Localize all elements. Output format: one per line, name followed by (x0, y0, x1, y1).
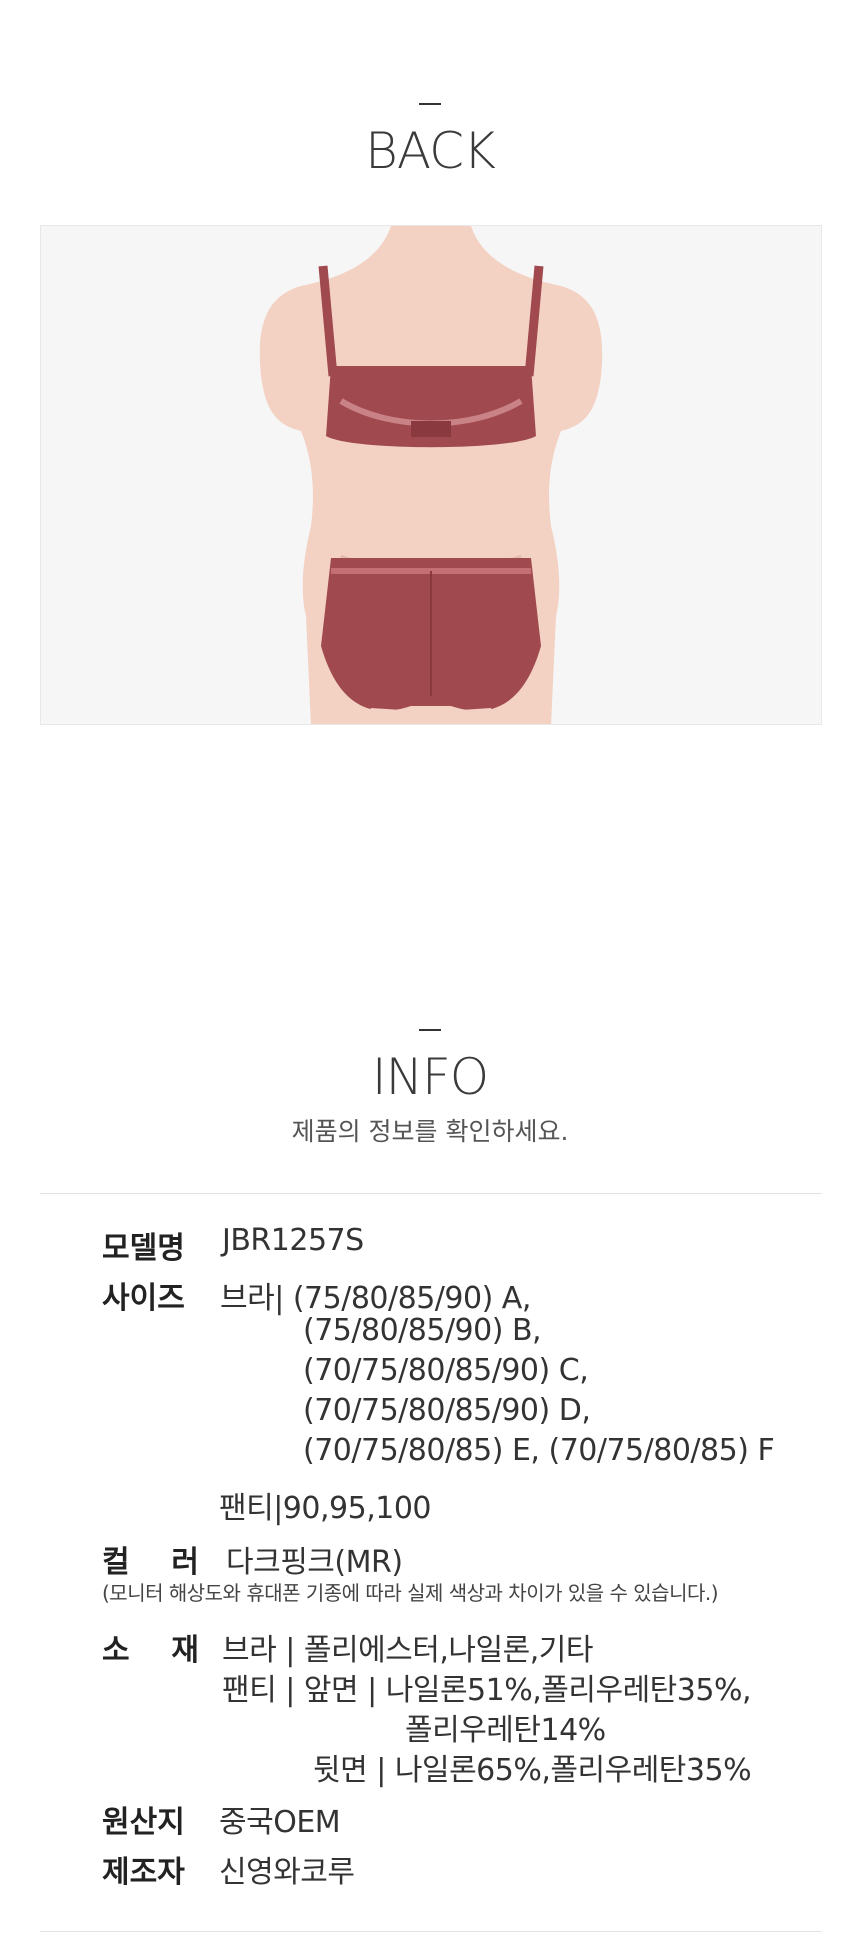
material-line: 폴리우레탄14% (405, 1713, 606, 1748)
info-title: INFO (371, 1048, 489, 1106)
divider-bottom (40, 1931, 822, 1932)
section-dash (419, 103, 441, 105)
size-label: 사이즈 (102, 1281, 185, 1316)
color-label: 컬 러 (102, 1545, 199, 1580)
material-line: 팬티 | 앞면 | 나일론51%,폴리우레탄35%, (222, 1673, 752, 1708)
material-line: 브라 | 폴리에스터,나일론,기타 (222, 1633, 593, 1668)
size-line: 브라| (75/80/85/90) A, (220, 1281, 531, 1316)
mannequin-back-icon (259, 226, 603, 724)
size-line: (70/75/80/85/90) C, (303, 1353, 589, 1388)
origin-value: 중국OEM (219, 1805, 341, 1840)
info-subtitle: 제품의 정보를 확인하세요. (291, 1117, 569, 1146)
product-photo (40, 225, 822, 725)
section-dash (419, 1029, 441, 1031)
size-line: (75/80/85/90) B, (303, 1313, 542, 1348)
back-title: BACK (365, 122, 496, 180)
size-line: (70/75/80/85) E, (70/75/80/85) F (303, 1433, 775, 1468)
model-value: JBR1257S (222, 1223, 364, 1258)
model-label: 모델명 (102, 1231, 185, 1266)
size-line: 팬티|90,95,100 (219, 1491, 432, 1526)
color-value: 다크핑크(MR) (226, 1545, 403, 1580)
color-note: (모니터 해상도와 휴대폰 기종에 따라 실제 색상과 차이가 있을 수 있습니… (102, 1581, 719, 1605)
origin-label: 원산지 (102, 1805, 185, 1840)
material-line: 뒷면 | 나일론65%,폴리우레탄35% (313, 1753, 752, 1788)
maker-value: 신영와코루 (219, 1855, 355, 1890)
size-line: (70/75/80/85/90) D, (303, 1393, 591, 1428)
material-label: 소 재 (102, 1633, 199, 1668)
maker-label: 제조자 (102, 1855, 185, 1890)
divider-top (40, 1193, 822, 1194)
